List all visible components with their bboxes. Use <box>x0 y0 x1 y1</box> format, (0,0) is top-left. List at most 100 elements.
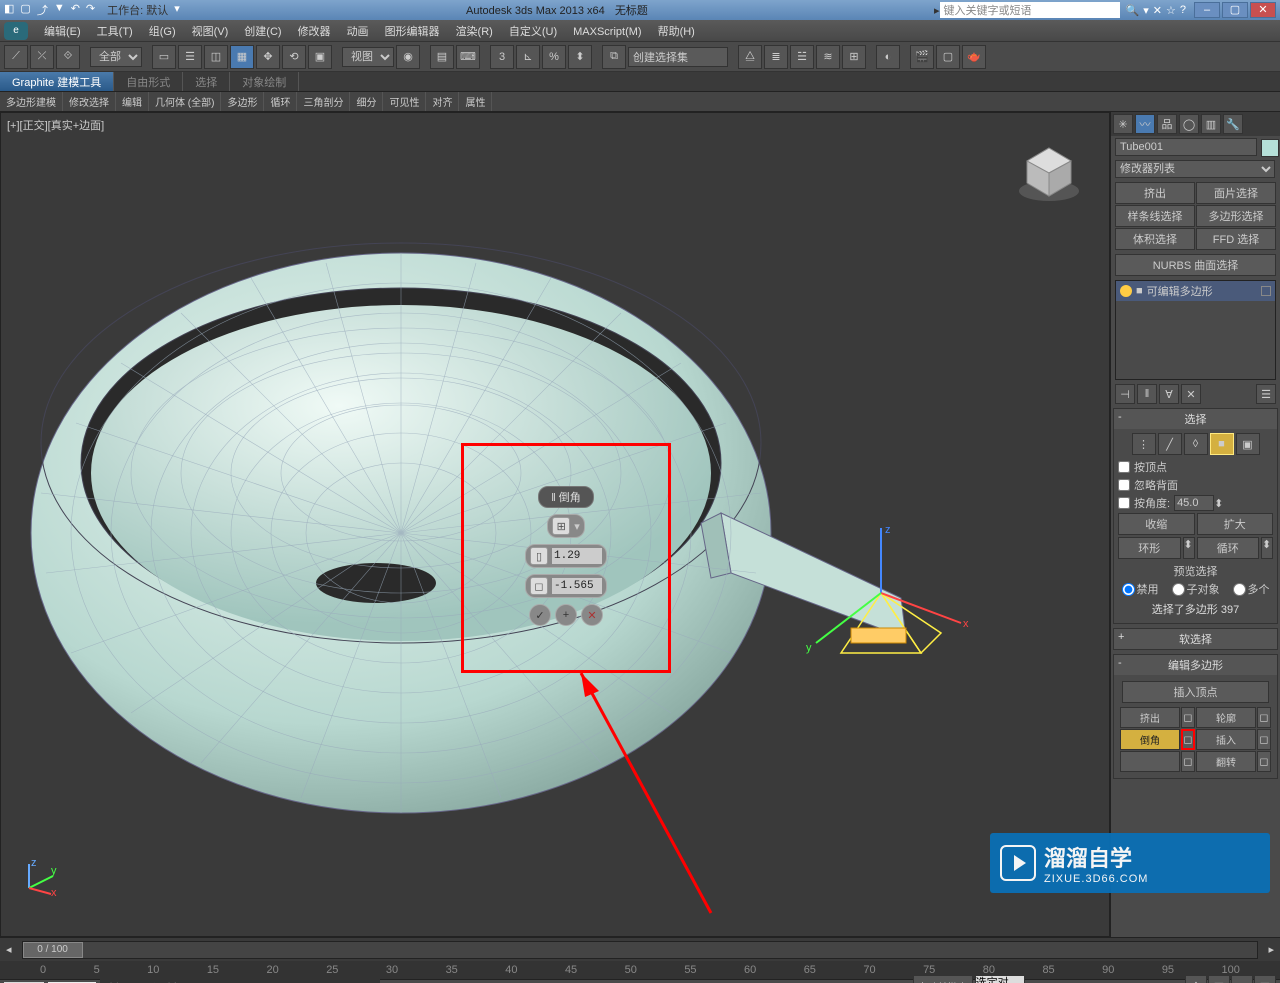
ribbon-panel[interactable]: 修改选择 <box>63 92 116 111</box>
zoom-extents-icon[interactable]: ▣ <box>1208 975 1230 983</box>
edit-poly-button[interactable]: 挤出 <box>1120 707 1180 728</box>
redo-icon[interactable]: ↷ <box>86 2 95 18</box>
mirror-icon[interactable]: ⧋ <box>738 45 762 69</box>
snap2d-icon[interactable]: 3 <box>490 45 514 69</box>
ribbon-panel[interactable]: 细分 <box>350 92 383 111</box>
modifier-button-nurbs[interactable]: NURBS 曲面选择 <box>1115 254 1276 276</box>
material-icon[interactable]: ◐ <box>876 45 900 69</box>
edit-poly-button[interactable]: 轮廓 <box>1196 707 1256 728</box>
utilities-tab-icon[interactable]: 🔧 <box>1223 114 1243 134</box>
autokey-button[interactable]: 自动关键点 <box>913 975 973 983</box>
by-vertex-checkbox[interactable]: 按顶点 <box>1118 459 1273 475</box>
element-subobj-icon[interactable]: ▣ <box>1236 433 1260 455</box>
time-slider-thumb[interactable]: 0 / 100 <box>23 942 83 958</box>
menu-item[interactable]: 修改器 <box>290 26 339 38</box>
select-name-icon[interactable]: ☰ <box>178 45 202 69</box>
caddy-ok-button[interactable]: ✓ <box>529 604 551 626</box>
ribbon-tab[interactable]: 对象绘制 <box>230 72 299 91</box>
modifier-button[interactable]: 体积选择 <box>1115 228 1195 250</box>
favorite-icon[interactable]: ☆ <box>1166 4 1176 17</box>
bevel-outline-field[interactable]: ◻ <box>525 574 607 598</box>
menu-item[interactable]: 帮助(H) <box>650 26 703 38</box>
edit-poly-settings-button[interactable]: ◻ <box>1257 707 1271 728</box>
exchange-icon[interactable]: ✕ <box>1153 4 1162 17</box>
ribbon-tab[interactable]: 选择 <box>183 72 230 91</box>
ref-coord-system[interactable]: 视图 <box>342 47 394 67</box>
ribbon-tab[interactable]: 自由形式 <box>114 72 183 91</box>
angle-spinner[interactable]: ⬍ <box>1174 495 1223 511</box>
fov-icon[interactable]: ▭ <box>1231 975 1253 983</box>
menu-item[interactable]: 动画 <box>339 26 377 38</box>
edit-poly-settings-button[interactable]: ◻ <box>1257 729 1271 750</box>
motion-tab-icon[interactable]: ◯ <box>1179 114 1199 134</box>
select-region-icon[interactable]: ◫ <box>204 45 228 69</box>
border-subobj-icon[interactable]: ◊ <box>1184 433 1208 455</box>
edit-poly-settings-button[interactable]: ◻ <box>1257 751 1271 772</box>
rotate-icon[interactable]: ⟲ <box>282 45 306 69</box>
selection-filter[interactable]: 全部 <box>90 47 142 67</box>
window-crossing-icon[interactable]: ▦ <box>230 45 254 69</box>
bulb-icon[interactable] <box>1120 285 1132 297</box>
modifier-button[interactable]: 多边形选择 <box>1196 205 1276 227</box>
angle-snap-icon[interactable]: ⊾ <box>516 45 540 69</box>
pin-stack-icon[interactable]: ⊣ <box>1115 384 1135 404</box>
polygon-subobj-icon[interactable]: ■ <box>1210 433 1234 455</box>
stack-item-editable-poly[interactable]: ■ 可编辑多边形 <box>1116 281 1275 301</box>
new-icon[interactable]: ▢ <box>20 2 30 18</box>
menu-item[interactable]: 编辑(E) <box>36 26 89 38</box>
editnamedsel-icon[interactable]: ⧉ <box>602 45 626 69</box>
shrink-button[interactable]: 收缩 <box>1118 513 1195 535</box>
rollout-header-selection[interactable]: -选择 <box>1114 409 1277 429</box>
workspace-label[interactable]: 工作台: 默认 <box>107 2 168 18</box>
save-icon[interactable]: ▼ <box>54 2 65 18</box>
maximize-button[interactable]: ▢ <box>1222 2 1248 18</box>
create-tab-icon[interactable]: ✳ <box>1113 114 1133 134</box>
search-icon[interactable]: 🔍 <box>1126 4 1140 17</box>
insert-vertex-button[interactable]: 插入顶点 <box>1122 681 1269 703</box>
render-icon[interactable]: 🫖 <box>962 45 986 69</box>
ribbon-panel[interactable]: 可见性 <box>383 92 426 111</box>
preview-radio[interactable]: 禁用 <box>1122 581 1159 597</box>
menu-item[interactable]: 工具(T) <box>89 26 141 38</box>
timeline-prev-icon[interactable]: ◂ <box>0 943 18 956</box>
by-angle-checkbox[interactable]: 按角度: ⬍ <box>1118 495 1273 511</box>
modifier-button[interactable]: 样条线选择 <box>1115 205 1195 227</box>
manip-icon[interactable]: ▤ <box>430 45 454 69</box>
hierarchy-tab-icon[interactable]: 品 <box>1157 114 1177 134</box>
menu-item[interactable]: 自定义(U) <box>501 26 565 38</box>
keyfilter-select[interactable] <box>975 975 1025 983</box>
render-setup-icon[interactable]: 🎬 <box>910 45 934 69</box>
edit-poly-settings-button[interactable]: ◻ <box>1181 729 1195 750</box>
viewport[interactable]: [+][正交][真实+边面] <box>0 112 1110 937</box>
edit-poly-button[interactable]: 翻转 <box>1196 751 1256 772</box>
edit-poly-button[interactable]: 倒角 <box>1120 729 1180 750</box>
select-icon[interactable]: ▭ <box>152 45 176 69</box>
object-name-input[interactable] <box>1115 138 1257 156</box>
bevel-height-field[interactable]: ▯ <box>525 544 607 568</box>
bevel-type-dropdown[interactable]: ⊞▾ <box>547 514 585 538</box>
edit-poly-button[interactable] <box>1120 751 1180 772</box>
close-button[interactable]: ✕ <box>1250 2 1276 18</box>
undo-icon[interactable]: ↶ <box>71 2 80 18</box>
object-color-swatch[interactable] <box>1261 139 1279 157</box>
percent-snap-icon[interactable]: % <box>542 45 566 69</box>
unlink-icon[interactable]: ⤫ <box>30 45 54 69</box>
caddy-cancel-button[interactable]: ✕ <box>581 604 603 626</box>
show-end-icon[interactable]: ‖ <box>1137 384 1157 404</box>
move-icon[interactable]: ✥ <box>256 45 280 69</box>
modify-tab-icon[interactable]: 〰 <box>1135 114 1155 134</box>
app-menu-button[interactable]: e <box>4 22 28 40</box>
preview-radio[interactable]: 子对象 <box>1172 581 1220 597</box>
link-icon[interactable]: ⟋ <box>4 45 28 69</box>
loop-button[interactable]: 循环 <box>1197 537 1260 559</box>
remove-mod-icon[interactable]: ✕ <box>1181 384 1201 404</box>
time-slider[interactable]: ◂ 0 / 100 ▸ <box>0 937 1280 961</box>
modifier-button[interactable]: 挤出 <box>1115 182 1195 204</box>
menu-item[interactable]: MAXScript(M) <box>565 26 649 38</box>
ring-button[interactable]: 环形 <box>1118 537 1181 559</box>
preview-radio[interactable]: 多个 <box>1233 581 1270 597</box>
open-icon[interactable]: ⤴ <box>37 2 48 18</box>
spinner-snap-icon[interactable]: ⬍ <box>568 45 592 69</box>
caddy-apply-button[interactable]: + <box>555 604 577 626</box>
center-icon[interactable]: ◉ <box>396 45 420 69</box>
